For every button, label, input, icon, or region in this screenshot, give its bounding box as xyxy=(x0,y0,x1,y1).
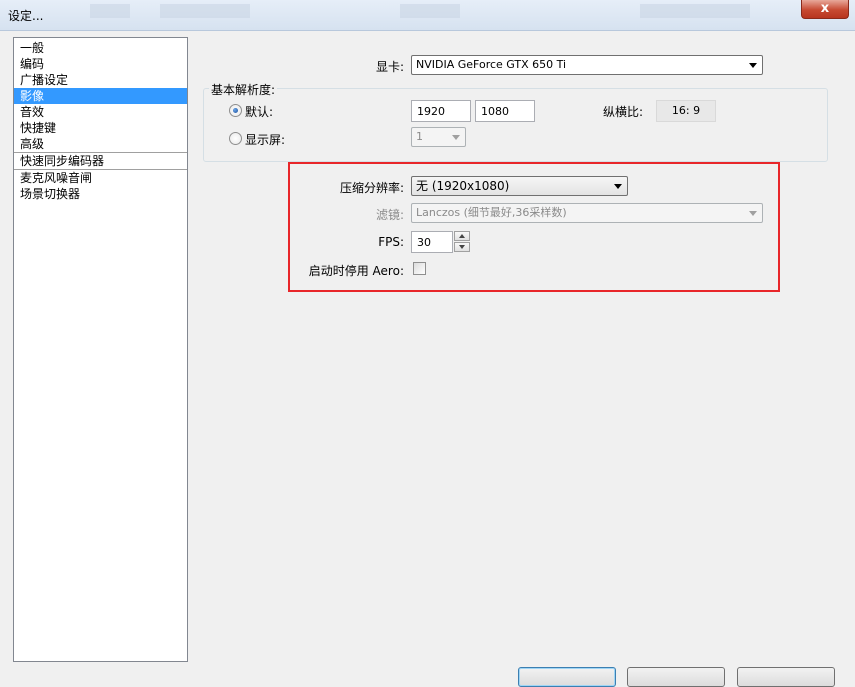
monitor-resolution-label: 显示屏: xyxy=(245,133,286,147)
title-bar-background xyxy=(400,4,460,18)
sidebar-item-label: 影像 xyxy=(20,89,45,103)
sidebar-item-broadcast-settings[interactable]: 广播设定 xyxy=(14,72,187,88)
sidebar-item-encoding[interactable]: 编码 xyxy=(14,56,187,72)
default-resolution-label: 默认: xyxy=(245,105,274,119)
sidebar-item-hotkeys[interactable]: 快捷键 xyxy=(14,120,187,136)
annotation-highlight-frame xyxy=(288,162,780,292)
gpu-select-value: NVIDIA GeForce GTX 650 Ti xyxy=(416,58,567,71)
sidebar-item-label: 场景切换器 xyxy=(20,187,81,201)
title-bar-background xyxy=(640,4,750,18)
sidebar-item-advanced[interactable]: 高级 xyxy=(14,136,187,152)
ok-button[interactable] xyxy=(518,667,616,687)
settings-category-list[interactable]: 一般 编码 广播设定 影像 音效 快捷键 高级 快速同步编码器 麦克风噪音闸 场… xyxy=(13,37,188,662)
chevron-down-icon xyxy=(749,63,757,68)
title-bar: 设定... x xyxy=(0,0,855,31)
chevron-down-icon xyxy=(452,135,460,140)
sidebar-item-label: 编码 xyxy=(20,57,45,71)
gpu-select[interactable]: NVIDIA GeForce GTX 650 Ti xyxy=(411,55,763,75)
sidebar-item-quick-sync-encoder[interactable]: 快速同步编码器 xyxy=(14,152,187,169)
aspect-ratio-value: 16: 9 xyxy=(656,100,716,122)
monitor-select[interactable]: 1 xyxy=(411,127,466,147)
radio-selected-dot xyxy=(233,108,238,113)
window-title: 设定... xyxy=(8,9,44,23)
sidebar-item-audio[interactable]: 音效 xyxy=(14,104,187,120)
resolution-height-input[interactable] xyxy=(475,100,535,122)
sidebar-item-general[interactable]: 一般 xyxy=(14,40,187,56)
sidebar-item-scene-switcher[interactable]: 场景切换器 xyxy=(14,186,187,202)
title-bar-background xyxy=(90,4,130,18)
sidebar-item-label: 音效 xyxy=(20,105,45,119)
sidebar-item-video[interactable]: 影像 xyxy=(14,88,187,104)
aspect-ratio-label: 纵横比: xyxy=(603,105,644,119)
gpu-label: 显卡: xyxy=(375,60,404,74)
monitor-select-value: 1 xyxy=(416,130,423,143)
sidebar-item-label: 快捷键 xyxy=(20,121,57,135)
aspect-ratio-text: 16: 9 xyxy=(671,104,701,117)
monitor-resolution-radio[interactable] xyxy=(229,132,242,145)
resolution-width-input[interactable] xyxy=(411,100,471,122)
sidebar-item-label: 广播设定 xyxy=(20,73,69,87)
sidebar-item-mic-noise-gate[interactable]: 麦克风噪音闸 xyxy=(14,169,187,186)
default-resolution-radio[interactable] xyxy=(229,104,242,117)
base-resolution-group-title: 基本解析度: xyxy=(209,81,278,98)
sidebar-item-label: 麦克风噪音闸 xyxy=(20,171,93,185)
sidebar-item-label: 高级 xyxy=(20,137,45,151)
sidebar-item-label: 一般 xyxy=(20,41,45,55)
title-bar-background xyxy=(160,4,250,18)
close-icon: x xyxy=(820,1,830,16)
close-button[interactable]: x xyxy=(801,0,849,19)
apply-button[interactable] xyxy=(737,667,835,687)
cancel-button[interactable] xyxy=(627,667,725,687)
sidebar-item-label: 快速同步编码器 xyxy=(20,154,105,168)
